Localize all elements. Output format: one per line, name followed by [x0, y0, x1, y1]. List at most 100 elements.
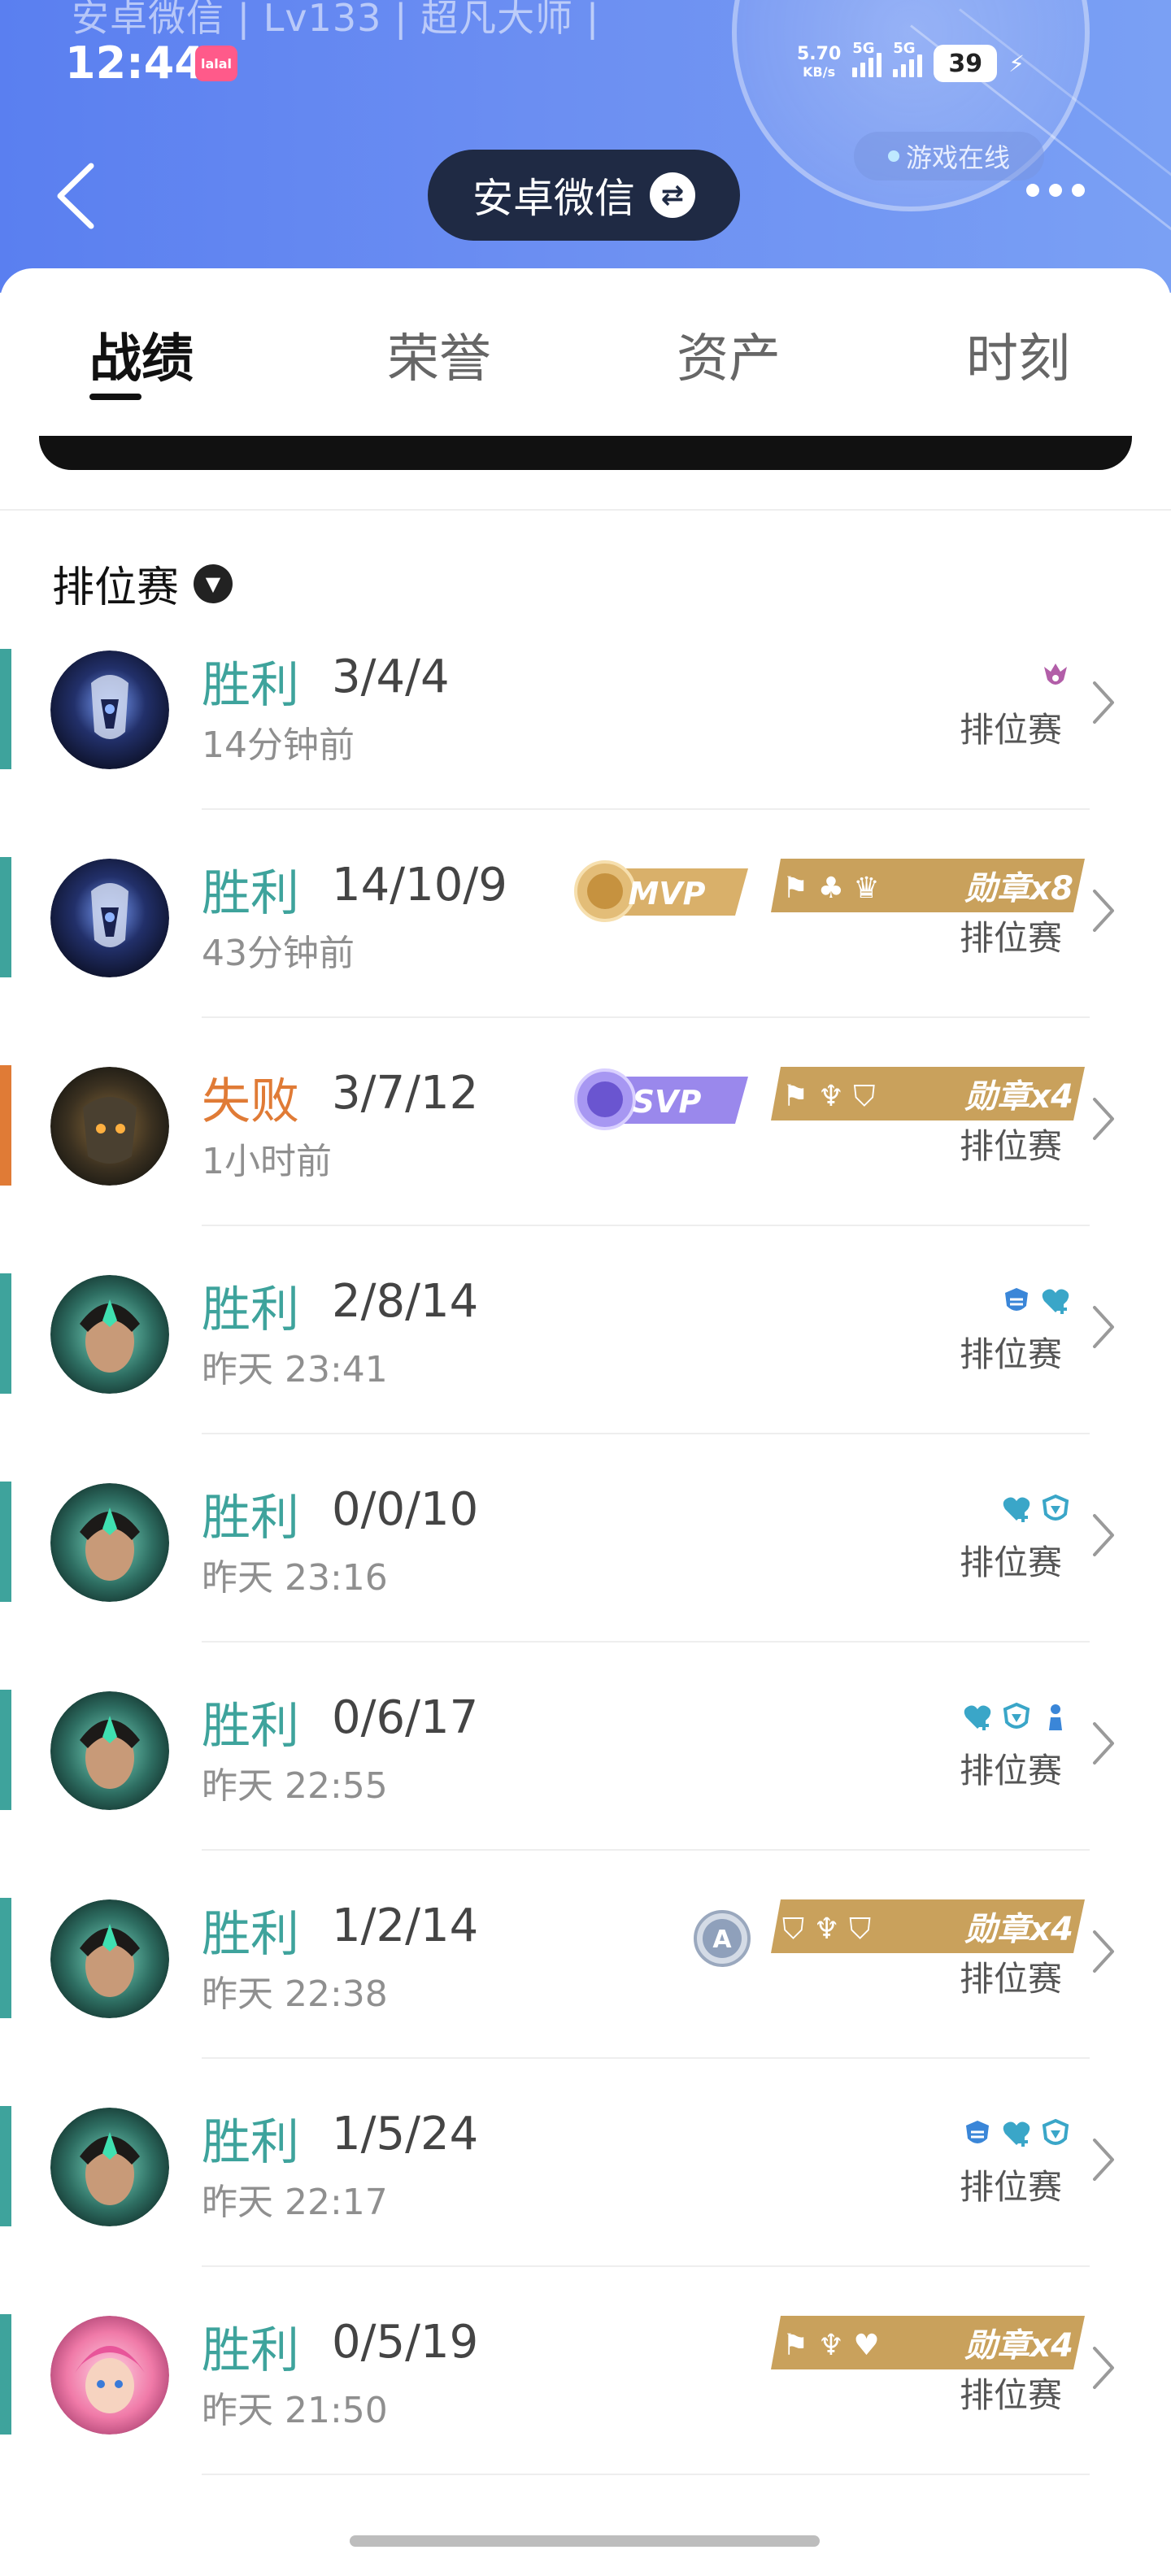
match-row[interactable]: 胜利 1/5/24 昨天 22:17 排位赛 — [0, 2101, 1171, 2309]
match-row[interactable]: 胜利 2/8/14 昨天 23:41 排位赛 — [0, 1268, 1171, 1477]
pink-hair-avatar — [50, 2316, 169, 2435]
match-row[interactable]: 胜利 3/4/4 14分钟前 排位赛 — [0, 644, 1171, 852]
collapsed-banner — [39, 436, 1132, 470]
match-row[interactable]: 胜利 1/2/14 昨天 22:38 A ⛉ ♆ ⛉ 勋章x4 排位赛 — [0, 1893, 1171, 2101]
heart-plus-icon — [1042, 1289, 1069, 1314]
jade-hero-avatar — [50, 2108, 169, 2226]
tab-assets[interactable]: 资产 — [677, 317, 781, 392]
jade-hero-avatar — [50, 1899, 169, 2018]
achievement-icons — [961, 2117, 1072, 2150]
row-divider — [202, 808, 1090, 810]
row-divider — [202, 1225, 1090, 1226]
online-status-badge: 游戏在线 — [854, 132, 1044, 181]
match-mode: 排位赛 — [960, 1959, 1063, 1999]
chevron-right-icon — [1093, 1306, 1114, 1348]
match-result: 胜利 — [202, 2114, 299, 2171]
jade-hero-avatar — [50, 1483, 169, 1602]
back-chevron-icon — [57, 163, 94, 229]
mode-filter-dropdown[interactable]: 排位赛 ▼ — [52, 553, 233, 614]
chevron-right-icon — [1093, 1722, 1114, 1764]
signal-strength-icon: 5G — [893, 40, 923, 77]
match-mode: 排位赛 — [960, 918, 1063, 958]
mvp-badge: MVP — [574, 860, 748, 922]
medal-count-badge: ⚑ ♆ ⛉ 勋章x4 — [771, 1067, 1085, 1120]
jade-hero-avatar — [50, 1275, 169, 1394]
tab-records[interactable]: 战绩 — [89, 317, 194, 392]
match-kda: 3/4/4 — [332, 651, 450, 703]
profile-header: 安卓微信 | Lv133 | 超凡大师 | 12:44 lalal 5.70 K… — [0, 0, 1171, 293]
match-kda: 0/0/10 — [332, 1483, 479, 1536]
tab-honors[interactable]: 荣誉 — [387, 317, 491, 392]
match-result: 胜利 — [202, 1698, 299, 1755]
match-time: 昨天 22:55 — [202, 1765, 388, 1807]
result-color-bar — [0, 1482, 11, 1602]
charging-icon: ⚡ — [1008, 50, 1025, 77]
match-kda: 0/5/19 — [332, 2316, 479, 2369]
svg-text:⚑ ♆ ♥: ⚑ ♆ ♥ — [782, 2329, 880, 2362]
match-row[interactable]: 胜利 0/5/19 昨天 21:50 ⚑ ♆ ♥ 勋章x4 排位赛 — [0, 2309, 1171, 2517]
shield-icon — [1042, 1494, 1069, 1521]
achievement-icons — [1000, 1285, 1072, 1317]
result-color-bar — [0, 649, 11, 769]
match-mode: 排位赛 — [960, 1543, 1063, 1582]
match-time: 14分钟前 — [202, 724, 355, 766]
row-divider — [202, 2265, 1090, 2267]
match-row[interactable]: 胜利 0/6/17 昨天 22:55 排位赛 — [0, 1685, 1171, 1893]
svg-text:⛉ ♆ ⛉: ⛉ ♆ ⛉ — [782, 1912, 871, 1946]
match-kda: 14/10/9 — [332, 859, 507, 912]
svg-text:MVP: MVP — [628, 876, 705, 912]
svg-text:勋章x8: 勋章x8 — [964, 870, 1073, 907]
chevron-right-icon — [1093, 2139, 1114, 2181]
svg-text:勋章x4: 勋章x4 — [964, 1078, 1073, 1116]
app-notification-icon: lalal — [195, 46, 237, 81]
network-speed: 5.70 KB/s — [797, 44, 842, 80]
match-mode: 排位赛 — [960, 1751, 1063, 1791]
back-button[interactable] — [49, 159, 106, 233]
result-color-bar — [0, 1065, 11, 1186]
purple-crest-icon — [1044, 664, 1067, 685]
svg-text:A: A — [712, 1925, 732, 1954]
svp-badge: SVP — [574, 1068, 748, 1130]
match-kda: 2/8/14 — [332, 1275, 479, 1328]
match-kda: 0/6/17 — [332, 1691, 479, 1744]
match-mode: 排位赛 — [960, 1126, 1063, 1166]
achievement-icons — [961, 1701, 1072, 1734]
swap-icon: ⇄ — [650, 172, 695, 218]
medal-count-badge: ⚑ ♣ ♛ 勋章x8 — [771, 859, 1085, 912]
chevron-right-icon — [1093, 1930, 1114, 1973]
chevron-right-icon — [1093, 681, 1114, 724]
medal-count-badge: ⚑ ♆ ♥ 勋章x4 — [771, 2316, 1085, 2369]
match-result: 胜利 — [202, 865, 299, 922]
match-row[interactable]: 胜利 14/10/9 43分钟前 MVP ⚑ ♣ ♛ 勋章x8 排位赛 — [0, 852, 1171, 1060]
match-row[interactable]: 胜利 0/0/10 昨天 23:16 排位赛 — [0, 1477, 1171, 1685]
heart-plus-icon — [1003, 2121, 1030, 2147]
chevron-right-icon — [1093, 890, 1114, 932]
match-time: 昨天 22:38 — [202, 1973, 388, 2015]
svg-text:⚑ ♣ ♛: ⚑ ♣ ♛ — [782, 872, 880, 905]
signal-strength-icon: 5G — [852, 40, 882, 77]
match-kda: 1/2/14 — [332, 1899, 479, 1952]
tab-moments[interactable]: 时刻 — [966, 317, 1070, 392]
match-mode: 排位赛 — [960, 2375, 1063, 2415]
dark-knight-avatar — [50, 859, 169, 977]
match-row[interactable]: 失败 3/7/12 1小时前 SVP ⚑ ♆ ⛉ 勋章x4 排位赛 — [0, 1060, 1171, 1268]
achievement-icons — [1000, 1493, 1072, 1525]
match-result: 胜利 — [202, 1490, 299, 1547]
battery-level: 39 — [934, 45, 998, 82]
match-kda: 1/5/24 — [332, 2108, 479, 2160]
chevron-right-icon — [1093, 2347, 1114, 2389]
home-indicator[interactable] — [350, 2535, 820, 2547]
active-tab-indicator — [89, 394, 141, 400]
more-options-button[interactable] — [1026, 184, 1085, 197]
match-mode: 排位赛 — [960, 1334, 1063, 1374]
pawn-icon — [1049, 1704, 1062, 1730]
match-time: 1小时前 — [202, 1141, 332, 1182]
medal-count-badge: ⛉ ♆ ⛉ 勋章x4 — [771, 1899, 1085, 1953]
result-color-bar — [0, 2314, 11, 2435]
match-result: 胜利 — [202, 1906, 299, 1963]
match-time: 昨天 23:41 — [202, 1349, 388, 1390]
account-switch-button[interactable]: 安卓微信 ⇄ — [428, 150, 740, 241]
result-color-bar — [0, 857, 11, 977]
match-result: 胜利 — [202, 2322, 299, 2379]
status-time: 12:44 — [65, 37, 205, 89]
